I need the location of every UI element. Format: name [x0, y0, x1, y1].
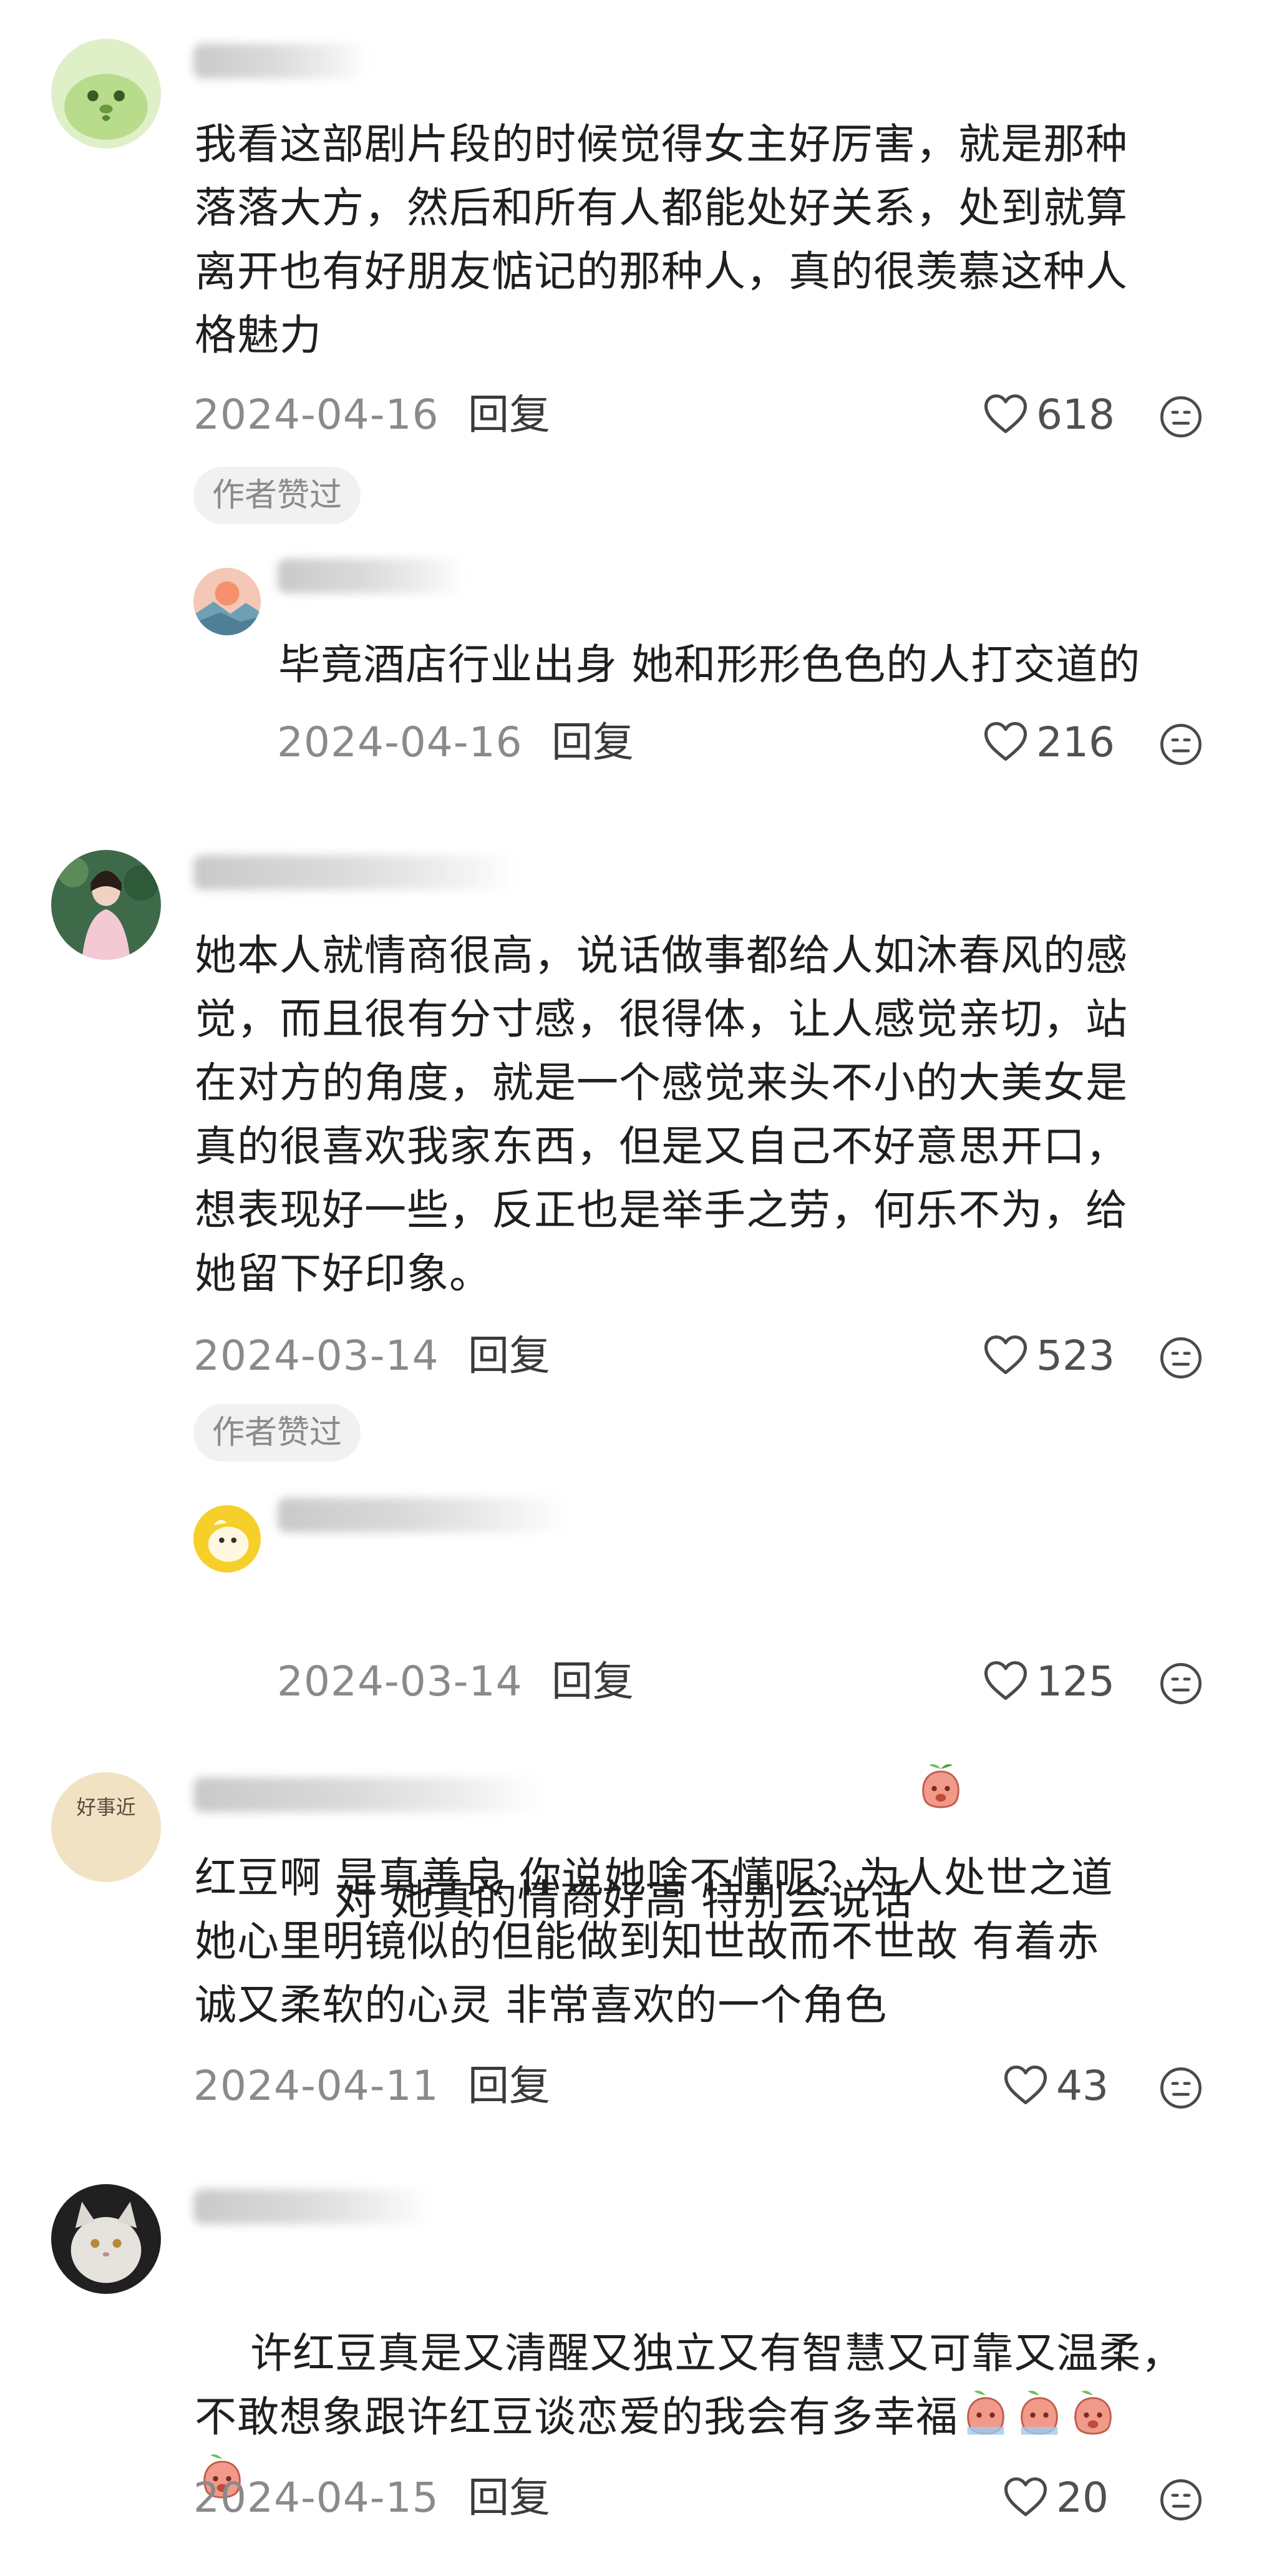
- comment-text: 许红豆真是又清醒又独立又有智慧又可靠又温柔， 不敢想象跟许红豆谈恋爱的我会有多幸…: [195, 2258, 1183, 2576]
- comment-meta: 2024-04-15 回复 20: [193, 2470, 1254, 2526]
- comment-item: 许红豆真是又清醒又独立又有智慧又可靠又温柔， 不敢想象跟许红豆谈恋爱的我会有多幸…: [0, 0, 1287, 2547]
- avatar[interactable]: [51, 2184, 161, 2294]
- comment-date: 2024-04-15: [193, 2474, 439, 2522]
- reply-button[interactable]: 回复: [468, 2470, 550, 2526]
- username-blurred[interactable]: [193, 2189, 430, 2224]
- dislike-button[interactable]: [1159, 2478, 1203, 2522]
- heart-outline-icon: [1004, 2477, 1047, 2517]
- peach-sticker-icon: [1067, 2388, 1119, 2440]
- unhappy-face-icon: [1160, 2479, 1202, 2520]
- like-count: 20: [1056, 2474, 1109, 2522]
- like-button[interactable]: 20: [1003, 2470, 1115, 2526]
- peach-sticker-icon: [1013, 2388, 1066, 2440]
- peach-sticker-icon: [959, 2388, 1012, 2440]
